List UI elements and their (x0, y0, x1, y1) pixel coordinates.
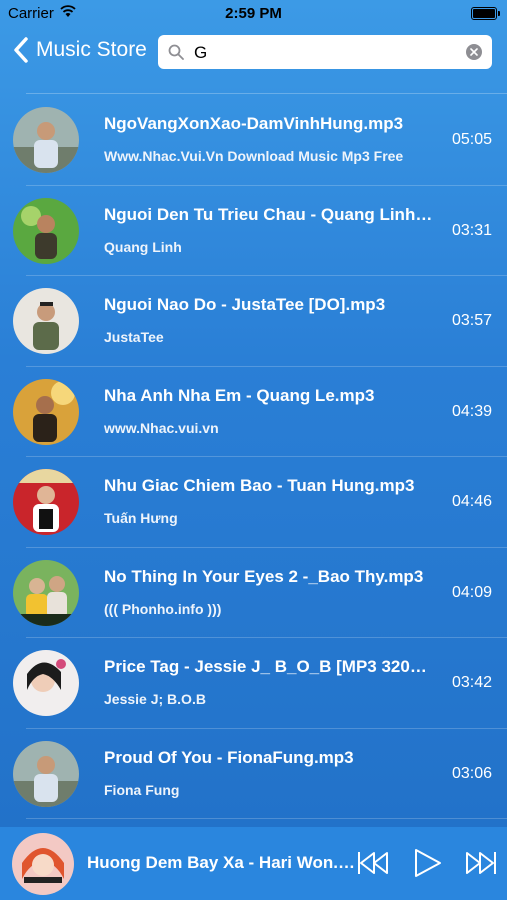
chevron-left-icon (14, 37, 28, 63)
skip-forward-icon (466, 852, 496, 874)
play-button[interactable] (410, 847, 444, 879)
back-label: Music Store (36, 38, 147, 61)
song-duration: 04:09 (451, 583, 492, 601)
now-playing-artwork (12, 833, 74, 895)
play-icon (415, 849, 441, 877)
clock: 2:59 PM (225, 5, 282, 22)
song-row[interactable]: Proud Of You - FionaFung.mp3 Fiona Fung … (0, 729, 507, 820)
song-title: Nhu Giac Chiem Bao - Tuan Hung.mp3 (104, 476, 415, 495)
song-duration: 05:05 (451, 131, 492, 148)
search-bar[interactable] (158, 35, 492, 69)
song-title: Nguoi Nao Do - JustaTee [DO].mp3 (104, 295, 386, 314)
battery-icon (471, 7, 500, 20)
clear-search-button[interactable] (466, 44, 482, 60)
skip-back-icon (358, 852, 388, 874)
song-title: Proud Of You - FionaFung.mp3 (104, 747, 354, 767)
song-duration: 03:06 (451, 764, 492, 782)
search-icon (168, 44, 184, 60)
song-row[interactable]: Nha Anh Nha Em - Quang Le.mp3 www.Nhac.v… (0, 367, 507, 458)
song-list: NgoVangXonXao-DamVinhHung.mp3 Www.Nhac.V… (0, 95, 507, 819)
song-artist: Fiona Fung (104, 781, 180, 798)
song-title: Nha Anh Nha Em - Quang Le.mp3 (104, 385, 375, 405)
song-title: Nguoi Den Tu Trieu Chau - Quang Linh.mp3 (104, 204, 434, 224)
song-duration: 03:31 (451, 221, 492, 239)
song-title: NgoVangXonXao-DamVinhHung.mp3 (104, 114, 404, 133)
song-duration: 03:42 (451, 674, 492, 691)
song-artwork (13, 650, 79, 716)
list-top-divider (26, 93, 507, 94)
song-artwork (13, 107, 79, 173)
song-row[interactable]: No Thing In Your Eyes 2 -_Bao Thy.mp3 ((… (0, 548, 507, 639)
song-duration: 04:39 (451, 402, 492, 420)
song-artist: www.Nhac.vui.vn (104, 419, 219, 436)
now-playing-title[interactable]: Huong Dem Bay Xa - Hari Won.mp3 (87, 853, 355, 873)
song-row[interactable]: Nhu Giac Chiem Bao - Tuan Hung.mp3 Tuấn … (0, 457, 507, 548)
next-button[interactable] (464, 847, 498, 879)
song-duration: 03:57 (451, 312, 492, 329)
close-icon (470, 48, 478, 56)
song-artist: Www.Nhac.Vui.Vn Download Music Mp3 Free (104, 148, 404, 164)
song-artist: Tuấn Hưng (104, 510, 178, 526)
search-input[interactable] (192, 39, 456, 67)
song-duration: 04:46 (451, 493, 492, 510)
song-row[interactable]: Nguoi Den Tu Trieu Chau - Quang Linh.mp3… (0, 186, 507, 277)
song-artwork (13, 378, 79, 445)
song-artist: JustaTee (104, 329, 164, 345)
back-button[interactable]: Music Store (12, 36, 147, 64)
song-artist: Jessie J; B.O.B (104, 691, 206, 707)
song-artwork (13, 469, 79, 535)
previous-button[interactable] (356, 847, 390, 879)
status-bar: Carrier 2:59 PM (0, 0, 507, 28)
song-title: No Thing In Your Eyes 2 -_Bao Thy.mp3 (104, 566, 424, 586)
song-title: Price Tag - Jessie J_ B_O_B [MP3 320kbps… (104, 657, 434, 676)
song-artwork (13, 288, 79, 354)
song-row[interactable]: Price Tag - Jessie J_ B_O_B [MP3 320kbps… (0, 638, 507, 729)
song-artwork (13, 740, 79, 807)
mini-player: Huong Dem Bay Xa - Hari Won.mp3 (0, 827, 507, 900)
song-artist: Quang Linh (104, 238, 182, 255)
navigation-bar: Music Store (0, 28, 507, 78)
song-artist: ((( Phonho.info ))) (104, 600, 222, 617)
song-row[interactable]: Nguoi Nao Do - JustaTee [DO].mp3 JustaTe… (0, 276, 507, 367)
song-artwork (13, 197, 79, 264)
song-artwork (13, 559, 79, 626)
song-row[interactable]: NgoVangXonXao-DamVinhHung.mp3 Www.Nhac.V… (0, 95, 507, 186)
